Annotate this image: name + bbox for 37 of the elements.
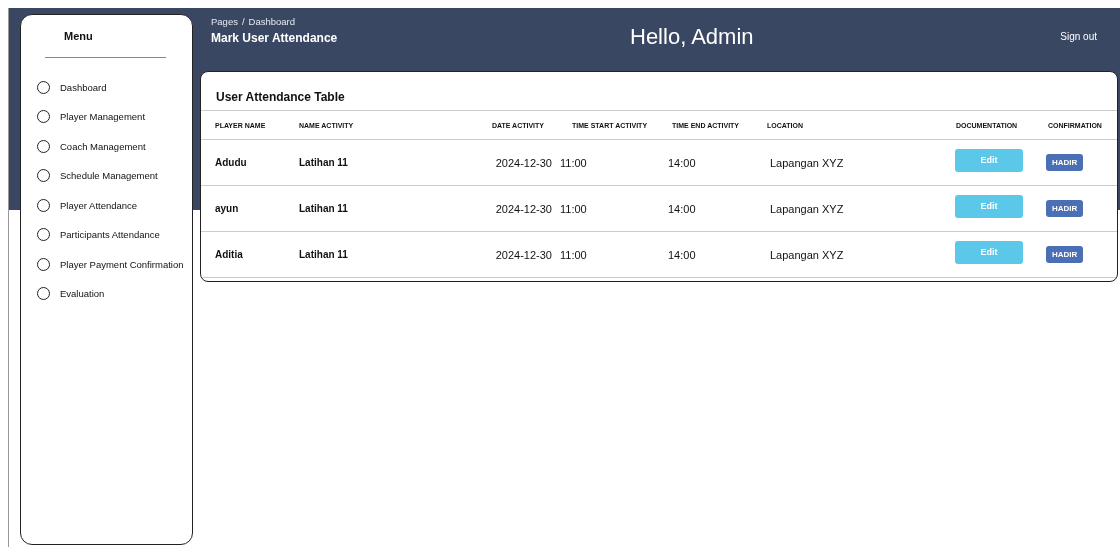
sidebar-item[interactable]: Dashboard: [21, 78, 107, 97]
table-cell-text: Lapangan XYZ: [769, 202, 845, 215]
table-cell-text: Latihan 11: [299, 157, 349, 168]
table-cell-text: 14:00: [668, 202, 697, 215]
sign-out-link[interactable]: Sign out: [1060, 31, 1097, 43]
sidebar-item[interactable]: Participants Attendance: [21, 225, 160, 244]
table-cell-text: 2024-12-30: [494, 156, 553, 169]
sidebar-item[interactable]: Player Payment Confirmation: [21, 255, 184, 274]
sidebar-item[interactable]: Coach Management: [21, 137, 146, 156]
status-badge: HADIR: [1046, 154, 1084, 171]
status-badge: HADIR: [1046, 200, 1084, 217]
sidebar-item[interactable]: Player Attendance: [21, 196, 138, 215]
sidebar-item[interactable]: Evaluation: [21, 284, 105, 303]
status-badge: HADIR: [1046, 246, 1084, 263]
table-cell-text: Adudu: [215, 157, 248, 168]
table-cell-text: 11:00: [560, 156, 588, 169]
table-cell-text: 14:00: [668, 156, 697, 169]
breadcrumb-item: /: [241, 16, 245, 27]
table-cell-text: 2024-12-30: [494, 248, 553, 261]
table-cell-text: Latihan 11: [299, 249, 349, 260]
table-cell-text: Latihan 11: [299, 203, 349, 214]
table-cell-text: Lapangan XYZ: [769, 156, 845, 169]
sidebar-item[interactable]: Schedule Management: [21, 166, 158, 185]
breadcrumb-item[interactable]: Dashboard: [248, 16, 296, 27]
greeting: Hello, Admin: [630, 24, 755, 51]
table-cell-text: ayun: [215, 203, 240, 214]
table-title: User Attendance Table: [216, 90, 345, 106]
table-cell-text: Lapangan XYZ: [769, 248, 845, 261]
page-title: Mark User Attendance: [211, 31, 338, 45]
menu-title: Menu: [64, 30, 93, 42]
table-cell-text: 2024-12-30: [494, 202, 553, 215]
table-cell-text: 14:00: [668, 248, 697, 261]
table-cell-text: 11:00: [560, 202, 588, 215]
table-cell-text: Aditia: [215, 249, 244, 260]
breadcrumb-item[interactable]: Pages: [211, 16, 238, 27]
table-cell-text: 11:00: [560, 248, 588, 261]
sidebar-item[interactable]: Player Management: [21, 107, 146, 126]
